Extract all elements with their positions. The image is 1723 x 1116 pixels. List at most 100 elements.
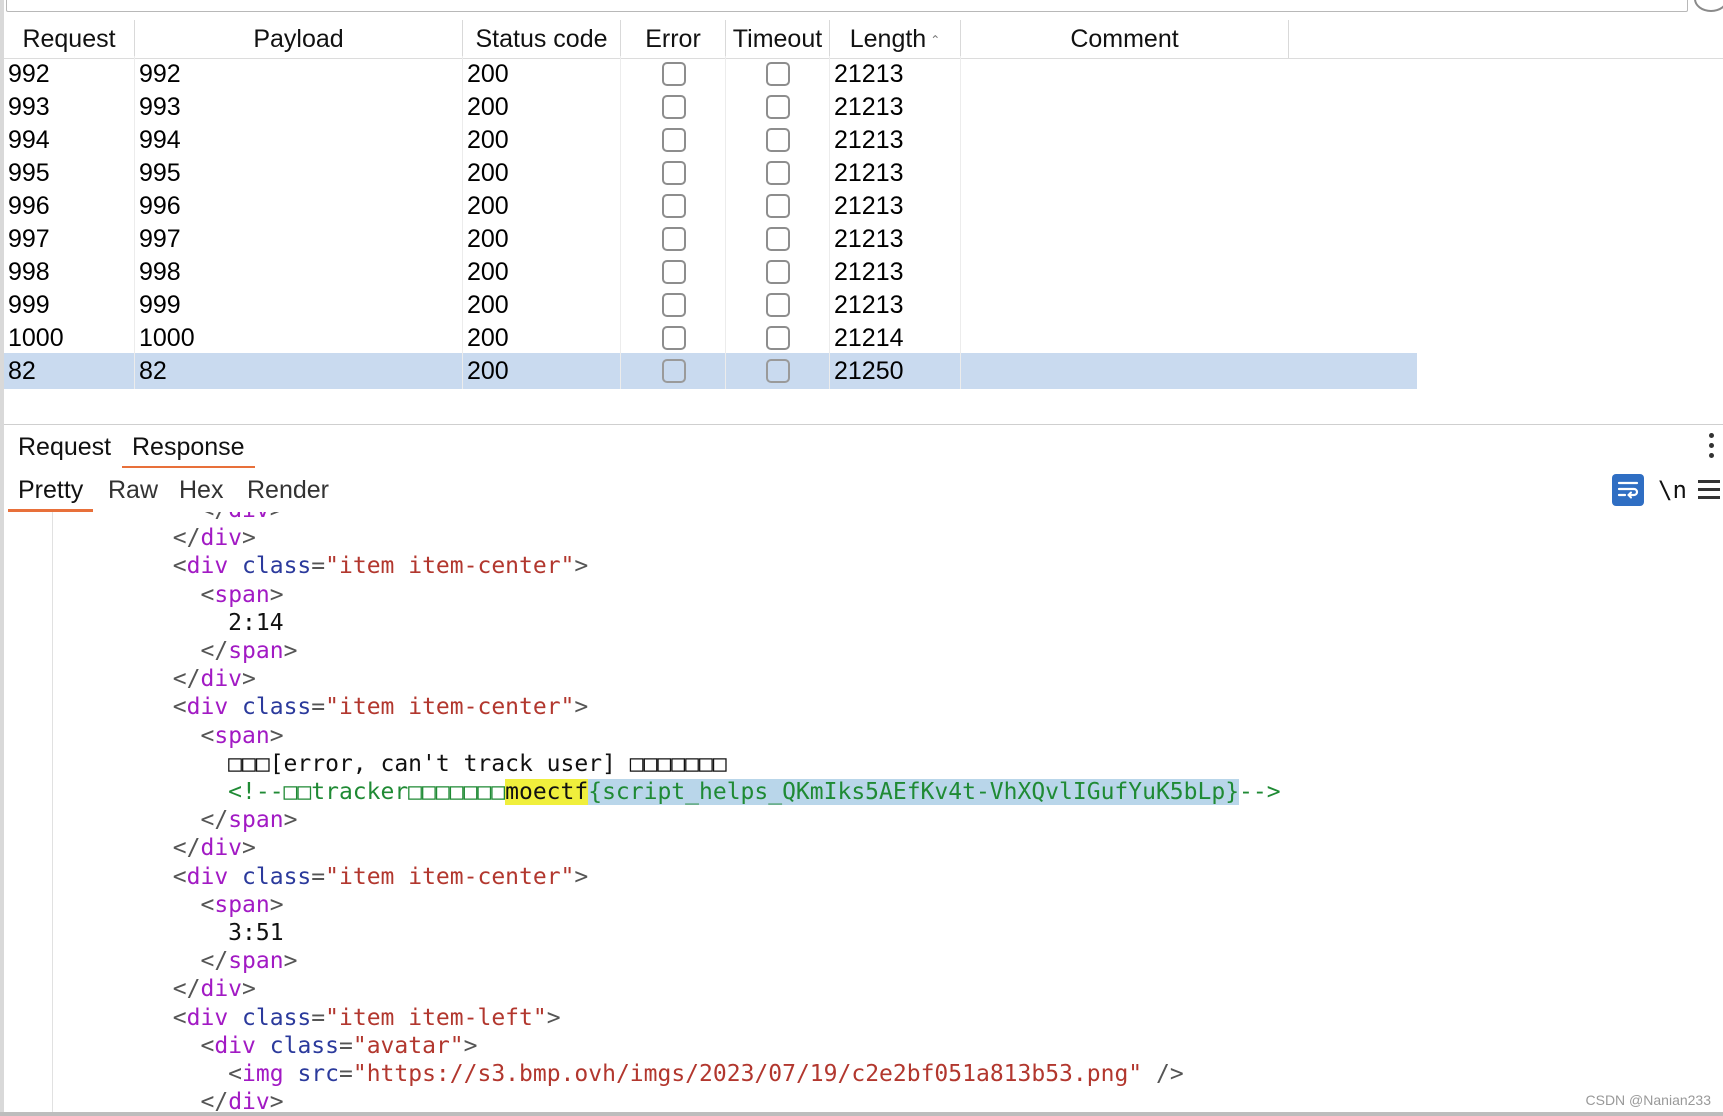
table-row[interactable]: 82 82 200 21250 [4, 353, 1723, 389]
length-cell: 21213 [830, 56, 961, 92]
column-label: Request [22, 25, 116, 53]
timeout-checkbox [766, 194, 790, 218]
code-line: <div class="item item-center"> [172, 553, 589, 580]
tab-pretty[interactable]: Pretty [8, 468, 94, 512]
comment-cell [961, 155, 1289, 191]
column-header-comment[interactable]: Comment [961, 20, 1289, 58]
table-row[interactable]: 992 992 200 21213 [4, 56, 1723, 92]
tab-render[interactable]: Render [237, 468, 339, 512]
length-cell: 21213 [830, 254, 961, 290]
response-code-viewer[interactable]: </div> </div> <div class="item item-cent… [4, 512, 1723, 1116]
column-header-error[interactable]: Error [621, 20, 726, 58]
tab-hex[interactable]: Hex [169, 468, 233, 512]
code-line: 3:51 [228, 920, 284, 946]
request-cell: 998 [4, 254, 135, 290]
help-icon[interactable] [1694, 0, 1723, 12]
error-cell [621, 89, 726, 125]
hamburger-menu-icon[interactable] [1698, 480, 1720, 500]
error-cell [621, 155, 726, 191]
status-cell: 200 [463, 221, 621, 257]
filter-input[interactable] [6, 0, 1688, 12]
code-line: </div> [172, 976, 256, 1003]
error-checkbox [661, 161, 686, 185]
table-row[interactable]: 995 995 200 21213 [4, 155, 1723, 191]
timeout-cell [726, 188, 830, 224]
tab-raw[interactable]: Raw [98, 468, 168, 512]
comment-cell [961, 89, 1289, 125]
code-line: <div class="item item-center"> [172, 694, 589, 721]
selected-flag-text: {script_helps_QKmIks5AEfKv4t-VhXQvlIGufY… [588, 779, 1240, 805]
comment-cell [961, 287, 1289, 323]
tab-request[interactable]: Request [8, 425, 121, 469]
table-row[interactable]: 994 994 200 21213 [4, 122, 1723, 158]
kebab-menu-icon[interactable] [1709, 433, 1715, 463]
timeout-cell [726, 122, 830, 158]
tab-label: Response [132, 433, 245, 461]
code-line: <!--□□tracker□□□□□□□moectf{script_helps_… [228, 779, 1281, 805]
timeout-checkbox [766, 227, 790, 251]
length-cell: 21213 [830, 188, 961, 224]
length-cell: 21213 [830, 122, 961, 158]
payload-cell: 995 [135, 155, 463, 191]
results-table: Request Payload Status code Error Timeou… [4, 20, 1723, 420]
column-header-timeout[interactable]: Timeout [726, 20, 830, 58]
timeout-checkbox [766, 95, 790, 119]
payload-cell: 998 [135, 254, 463, 290]
request-cell: 997 [4, 221, 135, 257]
payload-cell: 1000 [135, 320, 463, 356]
column-header-status-code[interactable]: Status code [463, 20, 621, 58]
error-checkbox [661, 260, 686, 284]
error-checkbox [661, 128, 686, 152]
length-cell: 21213 [830, 221, 961, 257]
error-cell [621, 56, 726, 92]
column-header-request[interactable]: Request [4, 20, 135, 58]
code-line: <div class="item item-center"> [172, 863, 589, 890]
timeout-cell [726, 221, 830, 257]
error-checkbox [661, 194, 686, 218]
text-wrap-icon[interactable] [1612, 474, 1644, 506]
request-cell: 994 [4, 122, 135, 158]
status-cell: 200 [463, 320, 621, 356]
error-cell [621, 221, 726, 257]
error-cell [621, 188, 726, 224]
code-line: </span> [200, 948, 298, 975]
comment-cell [961, 122, 1289, 158]
timeout-checkbox [766, 128, 790, 152]
status-cell: 200 [463, 155, 621, 191]
watermark: CSDN @Nanian233 [1585, 1092, 1712, 1108]
error-cell [621, 287, 726, 323]
column-header-payload[interactable]: Payload [135, 20, 463, 58]
table-row[interactable]: 998 998 200 21213 [4, 254, 1723, 290]
error-checkbox [661, 95, 686, 119]
status-cell: 200 [463, 89, 621, 125]
comment-cell [961, 353, 1289, 389]
column-label: Error [645, 25, 701, 53]
timeout-cell [726, 320, 830, 356]
request-cell: 995 [4, 155, 135, 191]
payload-cell: 993 [135, 89, 463, 125]
column-label: Status code [475, 25, 608, 53]
column-label: Timeout [732, 25, 823, 53]
request-cell: 999 [4, 287, 135, 323]
table-row[interactable]: 996 996 200 21213 [4, 188, 1723, 224]
table-row[interactable]: 999 999 200 21213 [4, 287, 1723, 323]
table-row[interactable]: 997 997 200 21213 [4, 221, 1723, 257]
code-line: <span> [200, 722, 284, 749]
code-line: 2:14 [228, 609, 284, 636]
timeout-checkbox [766, 359, 790, 383]
status-cell: 200 [463, 353, 621, 389]
payload-cell: 997 [135, 221, 463, 257]
comment-cell [961, 188, 1289, 224]
tab-response[interactable]: Response [122, 425, 255, 469]
column-header-length[interactable]: Length ⌃ [830, 20, 961, 58]
code-line: <div class="item item-left"> [172, 1004, 561, 1031]
status-cell: 200 [463, 254, 621, 290]
length-cell: 21250 [830, 353, 961, 389]
error-cell [621, 122, 726, 158]
payload-cell: 992 [135, 56, 463, 92]
table-row[interactable]: 993 993 200 21213 [4, 89, 1723, 125]
table-row[interactable]: 1000 1000 200 21214 [4, 320, 1723, 356]
comment-cell [961, 320, 1289, 356]
timeout-checkbox [766, 293, 790, 317]
newline-toggle-button[interactable]: \n [1658, 468, 1687, 512]
